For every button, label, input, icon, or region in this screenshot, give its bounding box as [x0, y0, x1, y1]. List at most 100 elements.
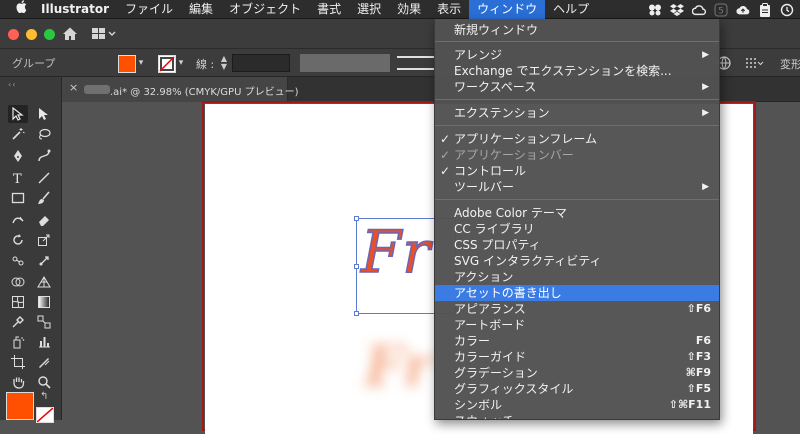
- stroke-dropdown-chevron-icon[interactable]: ▾: [176, 57, 186, 69]
- fill-color-box[interactable]: [6, 392, 34, 420]
- line-segment-tool-icon[interactable]: [34, 169, 54, 187]
- stroke-weight-stepper[interactable]: ▲ ▼: [218, 55, 230, 71]
- window-menu-item[interactable]: Exchange でエクステンションを検索...: [435, 63, 719, 79]
- symbol-sprayer-tool-icon[interactable]: [8, 333, 28, 351]
- window-menu-item[interactable]: ✓ コントロール: [435, 163, 719, 179]
- window-menu-item[interactable]: ツールバー ▶: [435, 179, 719, 195]
- free-transform-tool-icon[interactable]: [34, 252, 54, 270]
- creative-cloud-icon[interactable]: [692, 3, 706, 17]
- window-menu-item[interactable]: カラー F6: [435, 333, 719, 349]
- mesh-tool-icon[interactable]: [8, 293, 28, 311]
- window-menu-item[interactable]: グラデーション ⌘F9: [435, 365, 719, 381]
- menu-window[interactable]: ウィンドウ: [469, 0, 546, 19]
- window-menu-item[interactable]: スウォッチ: [435, 413, 719, 419]
- rotate-tool-icon[interactable]: [8, 231, 28, 249]
- menu-item-label: アレンジ: [454, 48, 503, 62]
- window-menu-item[interactable]: アクション: [435, 269, 719, 285]
- window-menu-item[interactable]: アピアランス ⇧F6: [435, 301, 719, 317]
- window-menu-item[interactable]: カラーガイド ⇧F3: [435, 349, 719, 365]
- menu-type[interactable]: 書式: [309, 0, 349, 19]
- resize-handle-sw[interactable]: [354, 311, 359, 316]
- status-badge-icon[interactable]: 5: [714, 3, 728, 17]
- close-window-button[interactable]: [8, 29, 19, 40]
- blend-tool-icon[interactable]: [34, 313, 54, 331]
- artboard-tool-icon[interactable]: [8, 353, 28, 371]
- window-menu-item[interactable]: グラフィックスタイル ⇧F5: [435, 381, 719, 397]
- lasso-tool-icon[interactable]: [34, 125, 54, 143]
- window-menu-item[interactable]: ✓ アプリケーションフレーム: [435, 131, 719, 147]
- window-menu-item[interactable]: ✓ アプリケーションバー: [435, 147, 719, 163]
- arrange-documents-icon[interactable]: [92, 27, 120, 41]
- window-menu-item[interactable]: CSS プロパティ: [435, 237, 719, 253]
- magic-wand-tool-icon[interactable]: [8, 125, 28, 143]
- menu-view[interactable]: 表示: [429, 0, 469, 19]
- time-machine-icon[interactable]: [780, 3, 794, 17]
- zoom-tool-icon[interactable]: [34, 373, 54, 391]
- dropbox-icon[interactable]: [670, 3, 684, 17]
- shaper-tool-icon[interactable]: [8, 211, 28, 229]
- gradient-tool-icon[interactable]: [34, 293, 54, 311]
- window-menu-item[interactable]: Adobe Color テーマ: [435, 205, 719, 221]
- slice-tool-icon[interactable]: [34, 353, 54, 371]
- clipboard-icon[interactable]: [758, 2, 772, 17]
- stroke-weight-input[interactable]: [232, 54, 290, 72]
- minimize-window-button[interactable]: [26, 29, 37, 40]
- fill-color-swatch[interactable]: [118, 55, 136, 73]
- window-menu-item[interactable]: CC ライブラリ: [435, 221, 719, 237]
- menu-item-label: ツールバー: [454, 180, 515, 194]
- fill-dropdown-chevron-icon[interactable]: ▾: [136, 57, 146, 69]
- pen-tool-icon[interactable]: [8, 147, 28, 165]
- direct-selection-tool-icon[interactable]: [34, 105, 54, 123]
- rectangle-tool-icon[interactable]: [8, 189, 28, 207]
- toolbar-collapse-grip[interactable]: ‹‹: [8, 80, 16, 89]
- puppet-warp-tool-icon[interactable]: [8, 252, 28, 270]
- document-tab[interactable]: × .ai* @ 32.98% (CMYK/GPU プレビュー): [62, 77, 298, 102]
- menu-separator: [435, 199, 719, 200]
- paintbrush-tool-icon[interactable]: [34, 189, 54, 207]
- swap-fill-stroke-icon[interactable]: ↰: [40, 391, 48, 402]
- apple-menu-icon[interactable]: [0, 0, 33, 19]
- curvature-tool-icon[interactable]: [34, 147, 54, 165]
- menu-item-label: アセットの書き出し: [454, 286, 562, 300]
- hand-tool-icon[interactable]: [8, 373, 28, 391]
- selection-tool-icon[interactable]: [8, 105, 28, 123]
- window-menu-item[interactable]: ワークスペース ▶: [435, 79, 719, 95]
- window-menu-item[interactable]: シンボル ⇧⌘F11: [435, 397, 719, 413]
- app-name-menu[interactable]: Illustrator: [33, 0, 117, 19]
- eyedropper-tool-icon[interactable]: [8, 313, 28, 331]
- scale-tool-icon[interactable]: [34, 231, 54, 249]
- menu-select[interactable]: 選択: [349, 0, 389, 19]
- window-menu-item[interactable]: アセットの書き出し: [435, 285, 719, 301]
- resize-handle-nw[interactable]: [354, 216, 359, 221]
- menu-edit[interactable]: 編集: [181, 0, 221, 19]
- brush-definition-dropdown[interactable]: [397, 56, 435, 70]
- stroke-color-box[interactable]: [36, 407, 54, 423]
- perspective-grid-tool-icon[interactable]: [34, 273, 54, 291]
- window-menu-item[interactable]: 新規ウィンドウ: [435, 22, 719, 38]
- menu-effect[interactable]: 効果: [389, 0, 429, 19]
- column-graph-tool-icon[interactable]: [34, 333, 54, 351]
- window-menu-item[interactable]: SVG インタラクティビティ: [435, 253, 719, 269]
- cloud-upload-icon[interactable]: [736, 3, 750, 17]
- type-tool-icon[interactable]: T: [8, 169, 28, 187]
- butterfly-icon[interactable]: [648, 3, 662, 17]
- close-tab-icon[interactable]: ×: [69, 81, 78, 94]
- variable-width-profile-dropdown[interactable]: [300, 54, 390, 72]
- menu-item-label: カラーガイド: [454, 350, 527, 364]
- blurred-artwork-text[interactable]: Fr: [364, 334, 432, 400]
- window-menu-item[interactable]: アートボード: [435, 317, 719, 333]
- stroke-color-swatch[interactable]: [158, 55, 176, 73]
- eraser-tool-icon[interactable]: [34, 211, 54, 229]
- menu-help[interactable]: ヘルプ: [545, 0, 597, 19]
- zoom-window-button[interactable]: [44, 29, 55, 40]
- menu-object[interactable]: オブジェクト: [221, 0, 309, 19]
- home-icon[interactable]: [62, 26, 78, 42]
- window-menu-item[interactable]: エクステンション ▶: [435, 105, 719, 121]
- window-menu-item[interactable]: アレンジ ▶: [435, 47, 719, 63]
- shape-builder-tool-icon[interactable]: [8, 273, 28, 291]
- menu-file[interactable]: ファイル: [117, 0, 181, 19]
- menu-item-label: エクステンション: [454, 106, 550, 120]
- transform-link[interactable]: 変形: [780, 56, 800, 72]
- align-options-icon[interactable]: [745, 57, 765, 69]
- resize-handle-w[interactable]: [354, 264, 359, 269]
